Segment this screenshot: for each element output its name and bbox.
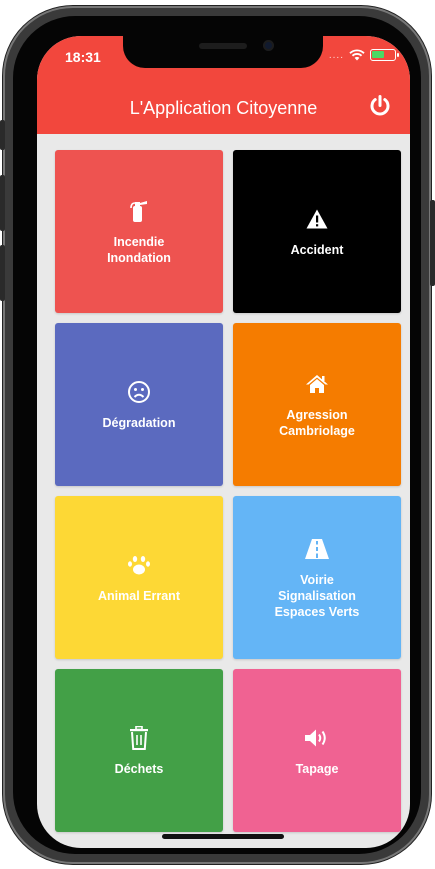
- battery-icon: [370, 49, 399, 61]
- paw-icon: [126, 552, 152, 578]
- status-icons: ....: [328, 49, 399, 61]
- tile-accident[interactable]: Accident: [233, 150, 401, 313]
- home-icon: [304, 371, 330, 397]
- side-power-button: [430, 200, 435, 286]
- tile-label: Dégradation: [102, 415, 176, 430]
- tile-label: Incendie Inondation: [107, 234, 171, 265]
- category-grid: Incendie Inondation Accident Dégradation…: [37, 134, 410, 848]
- tile-label: Accident: [290, 242, 344, 257]
- status-time: 18:31: [65, 49, 101, 65]
- phone-notch: [123, 36, 323, 68]
- tile-voirie-signalisation[interactable]: Voirie Signalisation Espaces Verts: [233, 496, 401, 659]
- tile-animal-errant[interactable]: Animal Errant: [55, 496, 223, 659]
- tile-label: Agression Cambriolage: [279, 407, 355, 438]
- warning-icon: [304, 206, 330, 232]
- volume-icon: [304, 725, 330, 751]
- volume-up-button: [0, 175, 5, 231]
- tile-degradation[interactable]: Dégradation: [55, 323, 223, 486]
- tile-agression-cambriolage[interactable]: Agression Cambriolage: [233, 323, 401, 486]
- road-icon: [304, 536, 330, 562]
- tile-dechets[interactable]: Déchets: [55, 669, 223, 832]
- tile-incendie-inondation[interactable]: Incendie Inondation: [55, 150, 223, 313]
- tile-label: Voirie Signalisation Espaces Verts: [274, 572, 360, 619]
- fire-extinguisher-icon: [126, 198, 152, 224]
- tile-label: Tapage: [295, 761, 339, 776]
- power-icon[interactable]: [368, 94, 392, 118]
- mute-switch: [0, 120, 5, 150]
- home-indicator[interactable]: [162, 834, 284, 839]
- tile-tapage[interactable]: Tapage: [233, 669, 401, 832]
- trash-icon: [126, 725, 152, 751]
- tile-label: Animal Errant: [98, 588, 180, 603]
- volume-down-button: [0, 245, 5, 301]
- app-title: L'Application Citoyenne: [129, 98, 318, 118]
- signal-dots: ....: [328, 49, 344, 61]
- tile-label: Déchets: [114, 761, 164, 776]
- wifi-icon: [349, 49, 365, 61]
- sad-face-icon: [126, 379, 152, 405]
- app-screen: 18:31 .... L'Application Citoyenne Incen…: [37, 36, 410, 848]
- speaker-grille: [199, 43, 247, 49]
- front-camera: [263, 40, 274, 51]
